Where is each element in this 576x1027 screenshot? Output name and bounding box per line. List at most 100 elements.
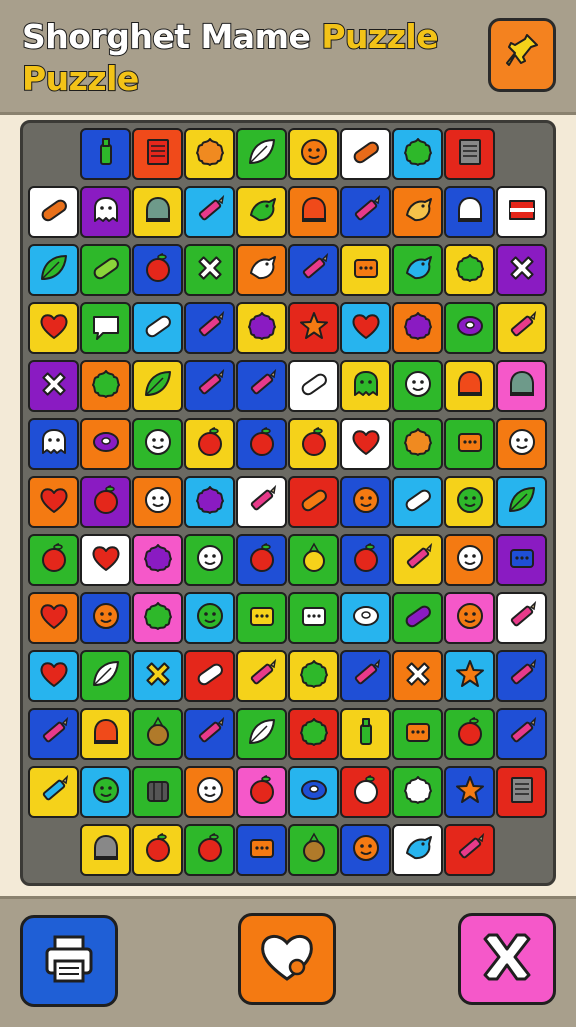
puzzle-tile[interactable]	[80, 128, 131, 180]
puzzle-tile[interactable]	[80, 360, 131, 412]
puzzle-tile[interactable]	[28, 302, 79, 354]
puzzle-tile[interactable]	[496, 708, 547, 760]
puzzle-tile[interactable]	[444, 824, 495, 876]
puzzle-tile[interactable]	[236, 476, 287, 528]
puzzle-tile[interactable]	[184, 592, 235, 644]
puzzle-tile[interactable]	[288, 592, 339, 644]
puzzle-tile[interactable]	[80, 708, 131, 760]
puzzle-tile[interactable]	[340, 418, 391, 470]
puzzle-tile[interactable]	[28, 650, 79, 702]
puzzle-tile[interactable]	[236, 650, 287, 702]
puzzle-tile[interactable]	[80, 186, 131, 238]
puzzle-tile[interactable]	[392, 244, 443, 296]
puzzle-tile[interactable]	[132, 418, 183, 470]
puzzle-tile[interactable]	[80, 766, 131, 818]
puzzle-tile[interactable]	[288, 244, 339, 296]
puzzle-tile[interactable]	[184, 302, 235, 354]
puzzle-tile[interactable]	[340, 476, 391, 528]
print-button[interactable]	[20, 915, 118, 1007]
puzzle-tile[interactable]	[236, 534, 287, 586]
puzzle-tile[interactable]	[28, 766, 79, 818]
puzzle-tile[interactable]	[444, 534, 495, 586]
puzzle-tile[interactable]	[444, 360, 495, 412]
puzzle-tile[interactable]	[184, 128, 235, 180]
puzzle-tile[interactable]	[496, 766, 547, 818]
puzzle-tile[interactable]	[80, 824, 131, 876]
puzzle-tile[interactable]	[392, 360, 443, 412]
puzzle-tile[interactable]	[340, 186, 391, 238]
puzzle-tile[interactable]	[392, 302, 443, 354]
puzzle-tile[interactable]	[496, 244, 547, 296]
puzzle-tile[interactable]	[392, 534, 443, 586]
puzzle-tile[interactable]	[444, 650, 495, 702]
puzzle-tile[interactable]	[288, 128, 339, 180]
puzzle-tile[interactable]	[392, 766, 443, 818]
puzzle-tile[interactable]	[132, 360, 183, 412]
puzzle-tile[interactable]	[444, 128, 495, 180]
puzzle-tile[interactable]	[28, 592, 79, 644]
puzzle-tile[interactable]	[132, 128, 183, 180]
puzzle-tile[interactable]	[80, 244, 131, 296]
puzzle-tile[interactable]	[132, 824, 183, 876]
puzzle-tile[interactable]	[80, 476, 131, 528]
puzzle-tile[interactable]	[340, 592, 391, 644]
puzzle-tile[interactable]	[340, 650, 391, 702]
puzzle-tile[interactable]	[444, 418, 495, 470]
puzzle-tile[interactable]	[80, 418, 131, 470]
puzzle-tile[interactable]	[184, 186, 235, 238]
puzzle-tile[interactable]	[340, 128, 391, 180]
puzzle-tile[interactable]	[288, 476, 339, 528]
puzzle-tile[interactable]	[496, 476, 547, 528]
puzzle-tile[interactable]	[392, 708, 443, 760]
puzzle-tile[interactable]	[496, 592, 547, 644]
puzzle-tile[interactable]	[80, 302, 131, 354]
puzzle-tile[interactable]	[392, 128, 443, 180]
puzzle-tile[interactable]	[392, 476, 443, 528]
puzzle-tile[interactable]	[340, 302, 391, 354]
puzzle-tile[interactable]	[340, 708, 391, 760]
puzzle-tile[interactable]	[132, 592, 183, 644]
puzzle-tile[interactable]	[132, 708, 183, 760]
puzzle-tile[interactable]	[496, 418, 547, 470]
puzzle-tile[interactable]	[288, 302, 339, 354]
puzzle-tile[interactable]	[184, 360, 235, 412]
puzzle-tile[interactable]	[340, 360, 391, 412]
puzzle-tile[interactable]	[132, 476, 183, 528]
puzzle-tile[interactable]	[444, 244, 495, 296]
puzzle-tile[interactable]	[288, 418, 339, 470]
puzzle-tile[interactable]	[184, 244, 235, 296]
puzzle-tile[interactable]	[496, 186, 547, 238]
puzzle-tile[interactable]	[236, 418, 287, 470]
puzzle-tile[interactable]	[236, 128, 287, 180]
puzzle-tile[interactable]	[496, 360, 547, 412]
puzzle-tile[interactable]	[132, 244, 183, 296]
puzzle-tile[interactable]	[288, 766, 339, 818]
puzzle-tile[interactable]	[288, 186, 339, 238]
puzzle-tile[interactable]	[80, 650, 131, 702]
puzzle-tile[interactable]	[132, 534, 183, 586]
puzzle-tile[interactable]	[80, 534, 131, 586]
puzzle-tile[interactable]	[236, 186, 287, 238]
puzzle-tile[interactable]	[184, 476, 235, 528]
puzzle-tile[interactable]	[496, 302, 547, 354]
puzzle-tile[interactable]	[28, 244, 79, 296]
puzzle-tile[interactable]	[184, 824, 235, 876]
puzzle-tile[interactable]	[132, 186, 183, 238]
puzzle-tile[interactable]	[184, 534, 235, 586]
puzzle-tile[interactable]	[444, 186, 495, 238]
puzzle-tile[interactable]	[236, 766, 287, 818]
puzzle-tile[interactable]	[236, 708, 287, 760]
puzzle-tile[interactable]	[340, 824, 391, 876]
puzzle-tile[interactable]	[444, 766, 495, 818]
puzzle-tile[interactable]	[132, 302, 183, 354]
puzzle-tile[interactable]	[392, 418, 443, 470]
puzzle-tile[interactable]	[236, 302, 287, 354]
puzzle-tile[interactable]	[340, 534, 391, 586]
puzzle-tile[interactable]	[236, 360, 287, 412]
puzzle-tile[interactable]	[444, 302, 495, 354]
puzzle-tile[interactable]	[28, 360, 79, 412]
puzzle-tile[interactable]	[184, 650, 235, 702]
puzzle-tile[interactable]	[28, 476, 79, 528]
puzzle-tile[interactable]	[340, 244, 391, 296]
favorite-button[interactable]	[238, 913, 336, 1005]
